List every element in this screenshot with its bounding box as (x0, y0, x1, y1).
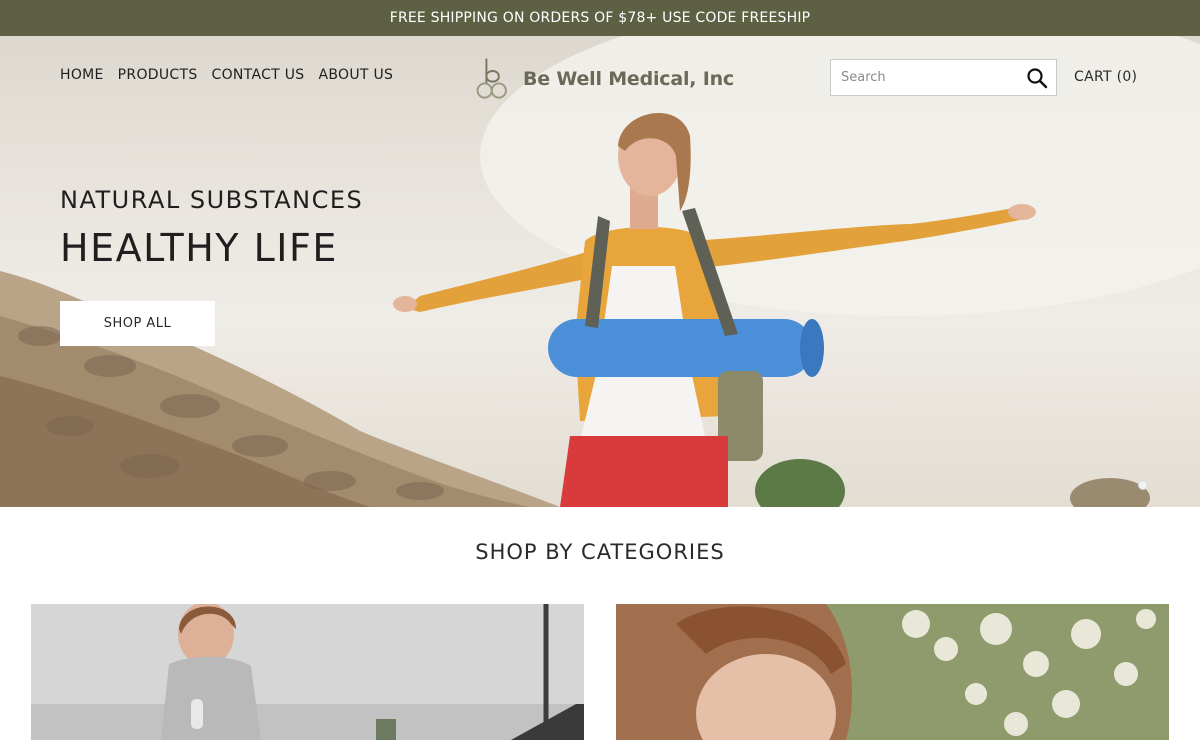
brand-logo[interactable]: Be Well Medical, Inc (474, 53, 734, 105)
logo-mark-icon (476, 58, 507, 99)
cart-link[interactable]: CART (0) (1074, 69, 1137, 85)
nav-about-us[interactable]: ABOUT US (319, 67, 394, 83)
hero-banner: HOME PRODUCTS CONTACT US ABOUT US Be Wel… (0, 36, 1200, 507)
hero-title: HEALTHY LIFE (60, 226, 338, 270)
category-card-fitness[interactable] (31, 604, 584, 740)
category-card-allergy[interactable] (616, 604, 1169, 740)
category-image-runner (31, 604, 584, 740)
nav-products[interactable]: PRODUCTS (118, 67, 198, 83)
search-box (830, 59, 1057, 96)
promo-bar: FREE SHIPPING ON ORDERS OF $78+ USE CODE… (0, 0, 1200, 36)
section-title: SHOP BY CATEGORIES (475, 540, 725, 564)
category-image-woman (616, 604, 1169, 740)
promo-text: FREE SHIPPING ON ORDERS OF $78+ USE CODE… (389, 10, 811, 26)
shop-all-button[interactable]: SHOP ALL (60, 301, 215, 346)
hero-image (0, 36, 1200, 507)
hero-eyebrow: NATURAL SUBSTANCES (60, 186, 364, 214)
search-icon[interactable] (1026, 67, 1048, 89)
nav-home[interactable]: HOME (60, 67, 104, 83)
slide-indicator-dot[interactable] (1138, 480, 1148, 490)
main-nav: HOME PRODUCTS CONTACT US ABOUT US (60, 67, 393, 83)
search-input[interactable] (831, 60, 1011, 95)
nav-contact-us[interactable]: CONTACT US (212, 67, 305, 83)
brand-name: Be Well Medical, Inc (523, 68, 734, 90)
